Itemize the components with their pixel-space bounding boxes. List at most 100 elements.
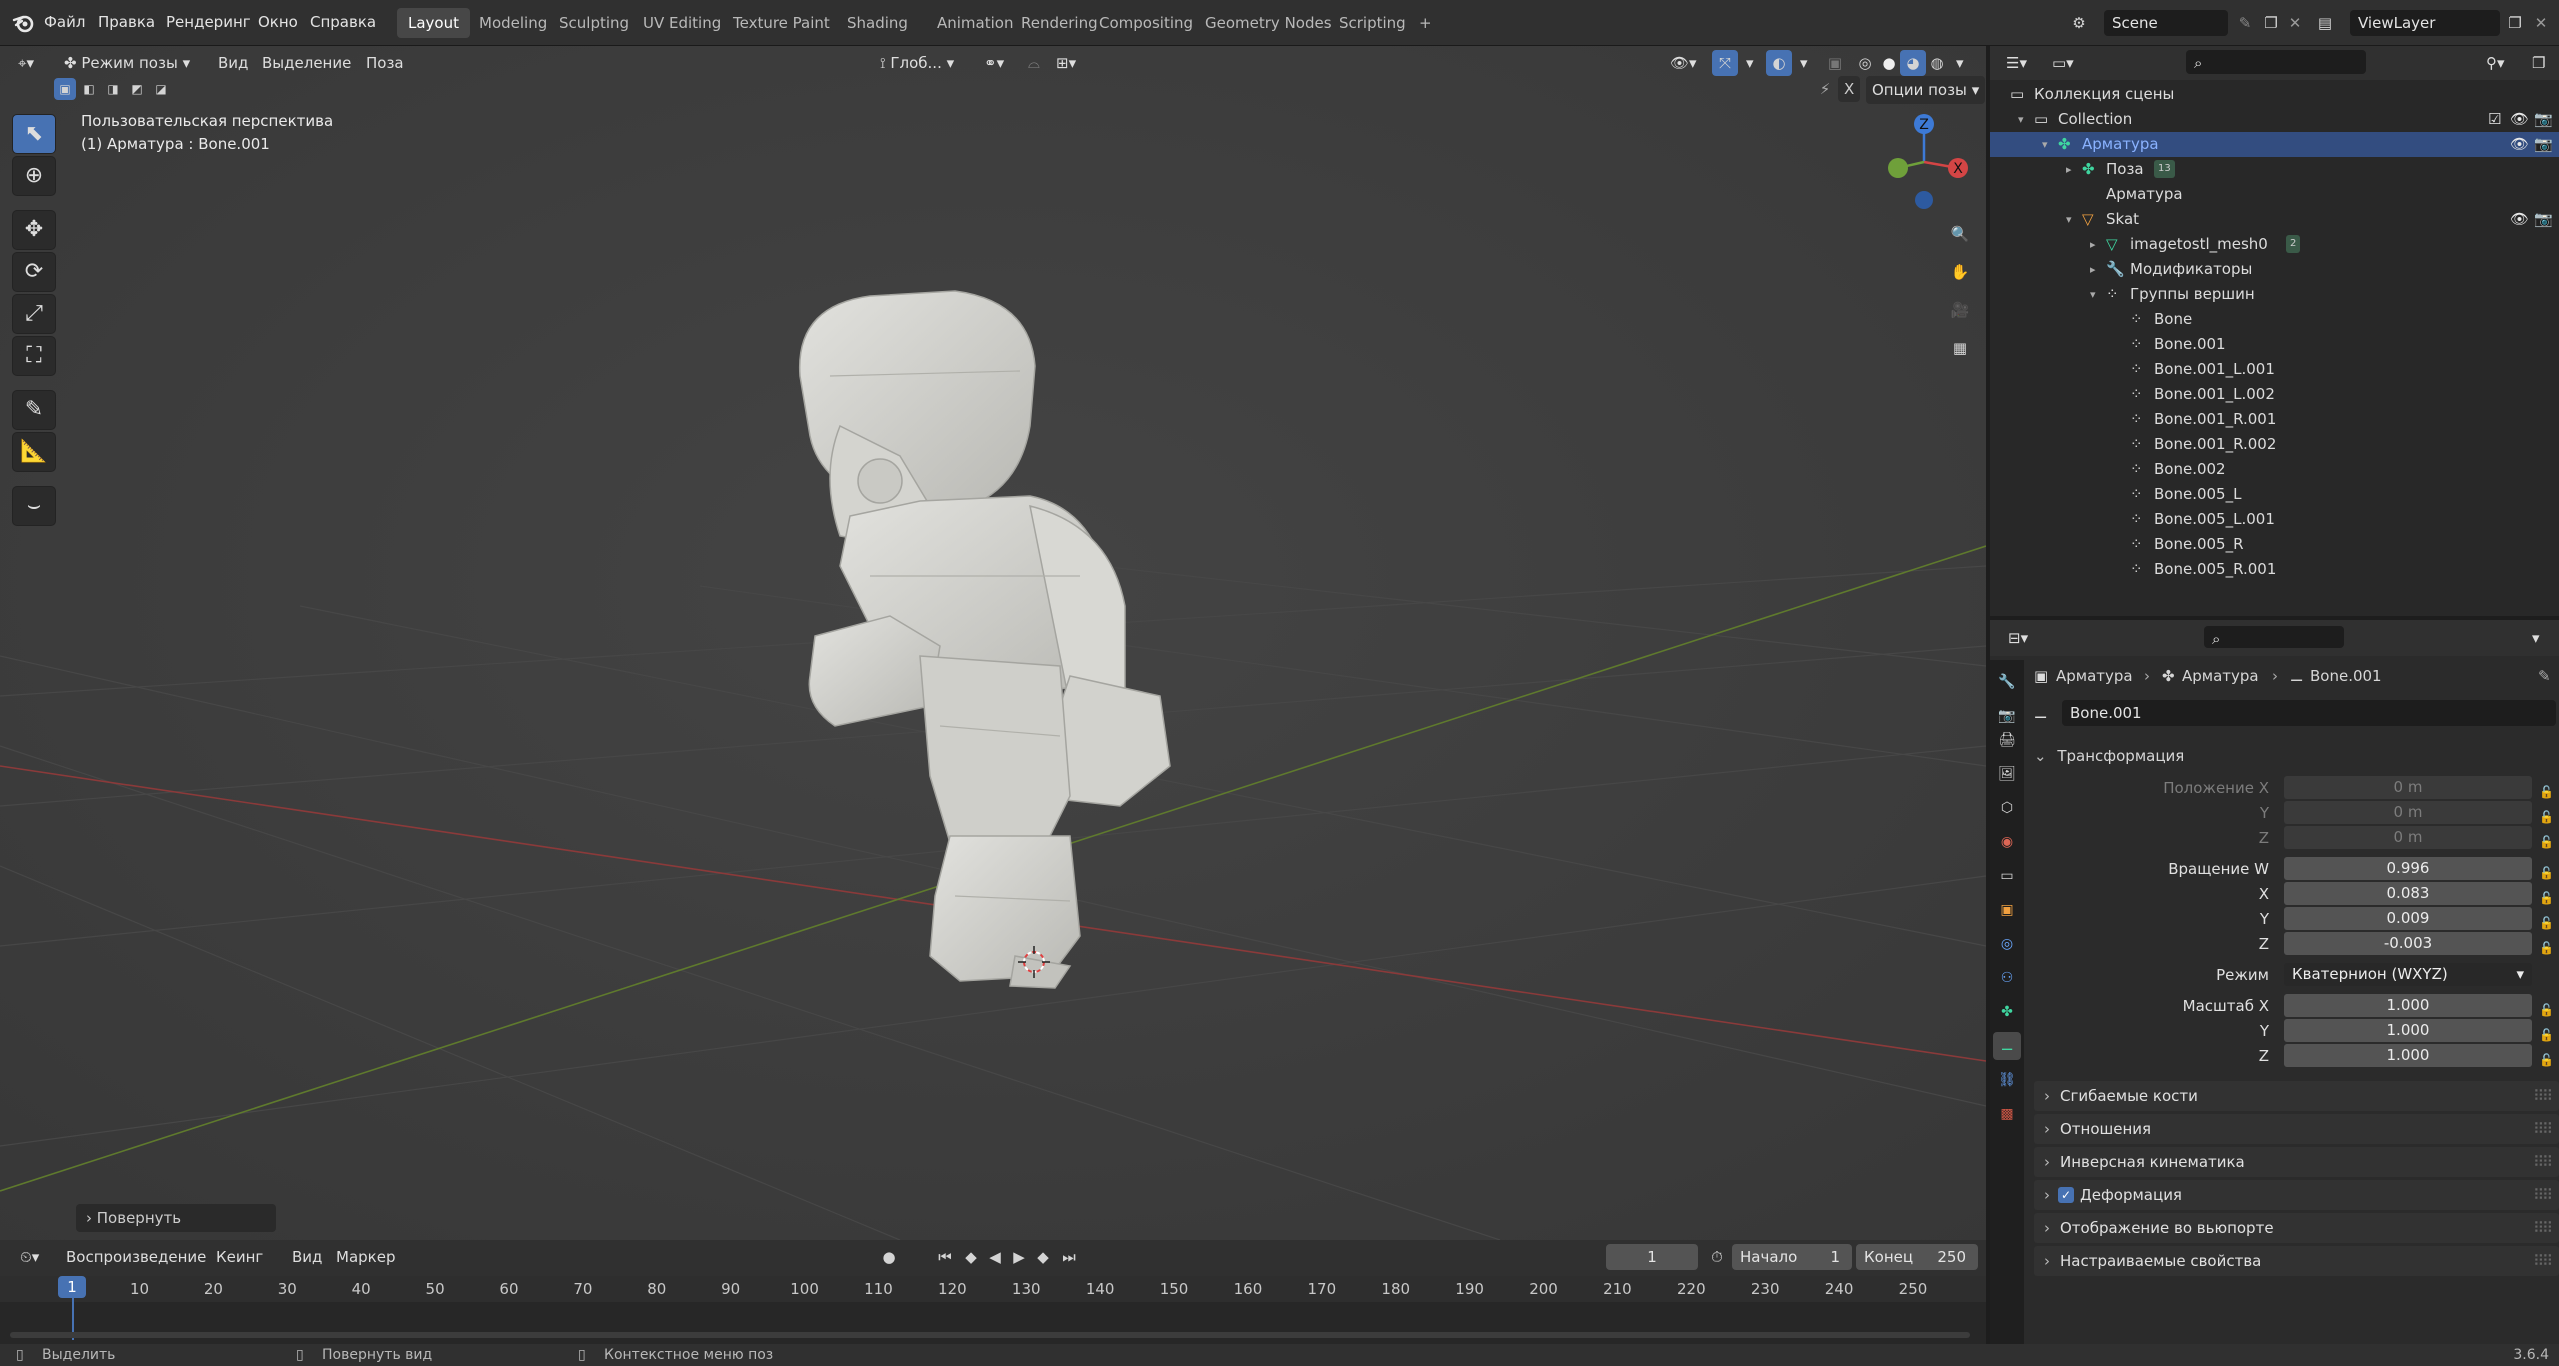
texture-tab-icon[interactable]: ▩ [1993, 1100, 2021, 1128]
lock-icon[interactable]: 🔓 [2539, 911, 2554, 930]
outliner-row[interactable]: ▭ Коллекция сцены [1990, 82, 2559, 107]
zoom-view-icon[interactable]: 🔍 [1944, 218, 1976, 250]
pan-view-icon[interactable]: ✋ [1944, 256, 1976, 288]
select-subtract-icon[interactable]: ◨ [102, 78, 124, 100]
playhead[interactable]: 1 [58, 1276, 86, 1298]
outliner-editor-type-icon[interactable]: ☰▾ [2000, 49, 2033, 77]
subpanel-header[interactable]: › Настраиваемые свойства ⠿⠿ [2034, 1246, 2559, 1276]
new-scene-icon[interactable]: ❐ [2258, 10, 2284, 36]
scene-icon[interactable]: ⚙ [2066, 10, 2092, 36]
start-frame-field[interactable]: Начало 1 [1732, 1244, 1852, 1270]
gizmo-dropdown[interactable]: ▾ [1740, 49, 1760, 77]
jump-end-icon[interactable]: ⏭ [1056, 1244, 1082, 1270]
drag-handle-icon[interactable]: ⠿⠿ [2533, 1246, 2553, 1276]
drag-handle-icon[interactable]: ⠿⠿ [2533, 1180, 2553, 1210]
visibility-eye-icon[interactable]: 👁 [2510, 107, 2529, 132]
material-shading-icon[interactable]: ◕ [1900, 50, 1926, 76]
select-invert-icon[interactable]: ◩ [126, 78, 148, 100]
viewport-menu[interactable]: Вид [212, 49, 254, 77]
menu-2[interactable]: Рендеринг [166, 0, 251, 46]
gizmo-toggle[interactable]: ⤧ [1712, 50, 1738, 76]
menu-3[interactable]: Окно [258, 0, 298, 46]
lock-icon[interactable]: 🔓 [2539, 998, 2554, 1017]
armature-data-tab-icon[interactable]: ✤ [1993, 998, 2021, 1026]
bone-roll-tool-icon[interactable]: ⌣ [12, 486, 56, 526]
pose-xmirror-icon[interactable]: ⚡ [1812, 76, 1838, 102]
outliner-row[interactable]: ⁘ Bone.001_L.001 [1990, 357, 2559, 382]
pin-icon[interactable]: ✎ [2538, 660, 2551, 692]
outliner-row[interactable]: ⁘ Bone [1990, 307, 2559, 332]
view-layer-tab-icon[interactable]: 🖼 [1993, 760, 2021, 788]
transform-panel-header[interactable]: ⌄ Трансформация [2034, 742, 2559, 770]
workspace-tab[interactable]: Texture Paint [722, 8, 841, 38]
timeline-menu[interactable]: Воспроизведение [60, 1243, 212, 1271]
properties-options-icon[interactable]: ▾ [2526, 624, 2546, 652]
bone-tab-icon[interactable]: ⚊ [1993, 1032, 2021, 1060]
property-value-field[interactable]: -0.003 [2284, 932, 2532, 955]
deform-checkbox[interactable]: ✓ [2058, 1187, 2074, 1203]
timeline-menu[interactable]: Кеинг [210, 1243, 269, 1271]
overlay-toggle[interactable]: ◐ [1766, 50, 1792, 76]
collection-tab-icon[interactable]: ▭ [1993, 862, 2021, 890]
expand-closed-icon[interactable]: ▸ [2090, 232, 2096, 257]
delete-scene-icon[interactable]: ✕ [2282, 10, 2308, 36]
menu-1[interactable]: Правка [98, 0, 155, 46]
workspace-tab[interactable]: Compositing [1088, 8, 1204, 38]
delete-view-layer-icon[interactable]: ✕ [2528, 10, 2554, 36]
transform-tool-icon[interactable]: ⛶ [12, 336, 56, 376]
property-value-field[interactable]: 0.083 [2284, 882, 2532, 905]
subpanel-header[interactable]: › Отношения ⠿⠿ [2034, 1114, 2559, 1144]
lock-icon[interactable]: 🔓 [2539, 936, 2554, 955]
camera-view-icon[interactable]: 🎥 [1944, 294, 1976, 326]
snap-toggle[interactable]: ⌓ [1022, 49, 1046, 77]
select-box-tool-icon[interactable]: ⬉ [12, 114, 56, 154]
expand-closed-icon[interactable]: ▸ [2066, 157, 2072, 182]
add-workspace-icon[interactable]: + [1408, 8, 1443, 38]
subpanel-header[interactable]: › ✓ Деформация ⠿⠿ [2034, 1180, 2559, 1210]
subpanel-header[interactable]: › Сгибаемые кости ⠿⠿ [2034, 1081, 2559, 1111]
outliner-row[interactable]: ▾ ⁘ Группы вершин [1990, 282, 2559, 307]
new-collection-icon[interactable]: ❐ [2526, 49, 2551, 77]
visibility-eye-icon[interactable]: 👁 [2510, 207, 2529, 232]
outliner-row[interactable]: ⁘ Bone.001_L.002 [1990, 382, 2559, 407]
lock-icon[interactable]: 🔓 [2539, 780, 2554, 799]
viewport-menu[interactable]: Поза [360, 49, 410, 77]
subpanel-header[interactable]: › Инверсная кинематика ⠿⠿ [2034, 1147, 2559, 1177]
rendered-shading-icon[interactable]: ◍ [1924, 50, 1950, 76]
lock-icon[interactable]: 🔓 [2539, 805, 2554, 824]
outliner-row[interactable]: ⁘ Bone.005_R.001 [1990, 557, 2559, 582]
property-value-field[interactable]: 0 m [2284, 776, 2532, 799]
render-camera-icon[interactable]: 📷 [2534, 107, 2553, 132]
render-camera-icon[interactable]: 📷 [2534, 132, 2553, 157]
outliner-row[interactable]: ▾ ▭ Collection 👁 📷 ☑ [1990, 107, 2559, 132]
clock-icon[interactable]: ⏱ [1704, 1244, 1730, 1270]
drag-handle-icon[interactable]: ⠿⠿ [2533, 1114, 2553, 1144]
xray-toggle[interactable]: ▣ [1822, 50, 1848, 76]
bone-constraints-tab-icon[interactable]: ⛓ [1993, 1066, 2021, 1094]
workspace-tab[interactable]: Layout [397, 8, 470, 38]
blender-logo-icon[interactable] [12, 11, 36, 35]
new-view-layer-icon[interactable]: ❐ [2502, 10, 2528, 36]
lock-icon[interactable]: 🔓 [2539, 830, 2554, 849]
drag-handle-icon[interactable]: ⠿⠿ [2533, 1213, 2553, 1243]
outliner-search-input[interactable]: ⌕ [2186, 50, 2366, 74]
visibility-eye-icon[interactable]: 👁 [2510, 132, 2529, 157]
outliner-row[interactable]: ⁘ Bone.002 [1990, 457, 2559, 482]
lock-icon[interactable]: 🔓 [2539, 886, 2554, 905]
last-operator-panel[interactable]: › Повернуть [76, 1204, 276, 1232]
property-value-field[interactable]: 0.009 [2284, 907, 2532, 930]
properties-search-input[interactable]: ⌕ [2204, 626, 2344, 648]
display-mode-icon[interactable]: ▭▾ [2046, 49, 2080, 77]
subpanel-header[interactable]: › Отображение во вьюпорте ⠿⠿ [2034, 1213, 2559, 1243]
drag-handle-icon[interactable]: ⠿⠿ [2533, 1147, 2553, 1177]
move-tool-icon[interactable]: ✥ [12, 210, 56, 250]
end-frame-field[interactable]: Конец 250 [1856, 1244, 1978, 1270]
expand-closed-icon[interactable]: ▸ [2090, 257, 2096, 282]
workspace-tab[interactable]: Modeling [468, 8, 558, 38]
select-intersect-icon[interactable]: ◪ [150, 78, 172, 100]
property-value-field[interactable]: 0.996 [2284, 857, 2532, 880]
rotation-mode-select[interactable]: Кватернион (WXYZ) ▾ [2284, 963, 2532, 986]
select-new-icon[interactable]: ▣ [54, 78, 76, 100]
workspace-tab[interactable]: Shading [836, 8, 919, 38]
view-layer-selector[interactable]: ViewLayer [2350, 10, 2500, 36]
